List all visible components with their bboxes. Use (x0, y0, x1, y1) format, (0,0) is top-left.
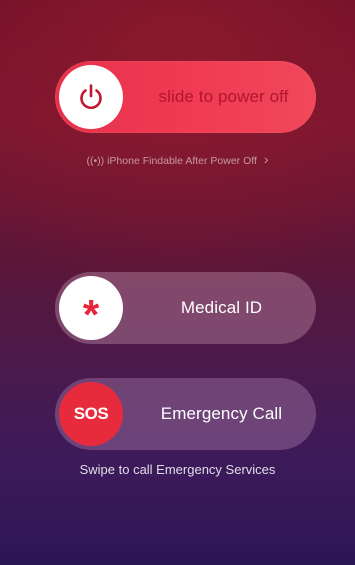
sos-label: SOS (73, 404, 109, 423)
power-icon (80, 84, 102, 109)
chevron-right-icon: › (263, 151, 269, 167)
medical-id-knob[interactable]: * (59, 276, 123, 340)
power-off-screen: { "power_slider": { "label": "slide to p… (0, 0, 355, 565)
emergency-call-slider[interactable]: SOS Emergency Call (55, 378, 316, 450)
sos-knob[interactable]: SOS (59, 382, 123, 446)
asterisk-icon: * (82, 291, 100, 338)
power-off-label: slide to power off (158, 87, 289, 106)
medical-id-label: Medical ID (180, 298, 263, 317)
power-off-knob[interactable] (59, 65, 123, 129)
medical-id-slider[interactable]: * Medical ID (55, 272, 316, 344)
antenna-icon: ((•)) (86, 155, 105, 167)
findable-text: iPhone Findable After Power Off (107, 155, 257, 167)
emergency-call-label: Emergency Call (160, 404, 283, 423)
power-off-slider[interactable]: slide to power off (55, 61, 316, 133)
swipe-hint-text: Swipe to call Emergency Services (79, 462, 276, 477)
findable-after-power-off-link[interactable]: ((•)) iPhone Findable After Power Off › (0, 151, 355, 167)
